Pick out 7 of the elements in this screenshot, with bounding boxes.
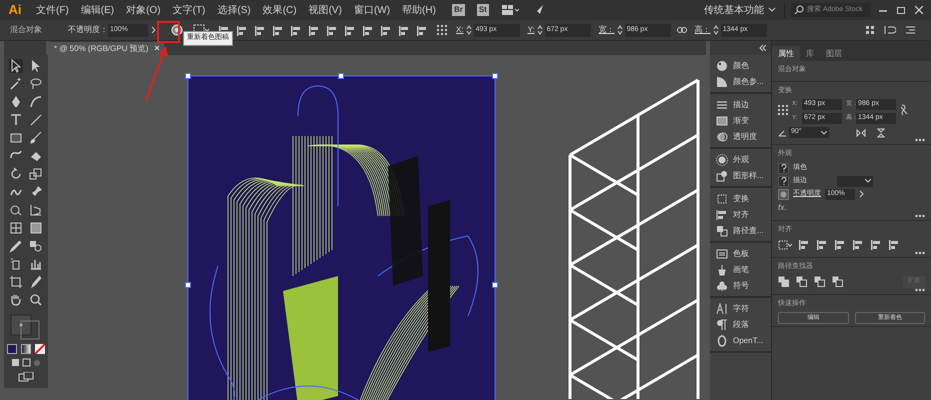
field-label: Y: xyxy=(528,24,535,36)
selection-label: 混合对象 xyxy=(10,24,42,36)
field-label: 高： xyxy=(694,24,711,36)
opacity-label: 不透明度： xyxy=(68,24,108,36)
app-logo: Ai xyxy=(8,2,22,18)
field-label: X: xyxy=(456,24,464,36)
field-label: 宽： xyxy=(598,24,615,36)
